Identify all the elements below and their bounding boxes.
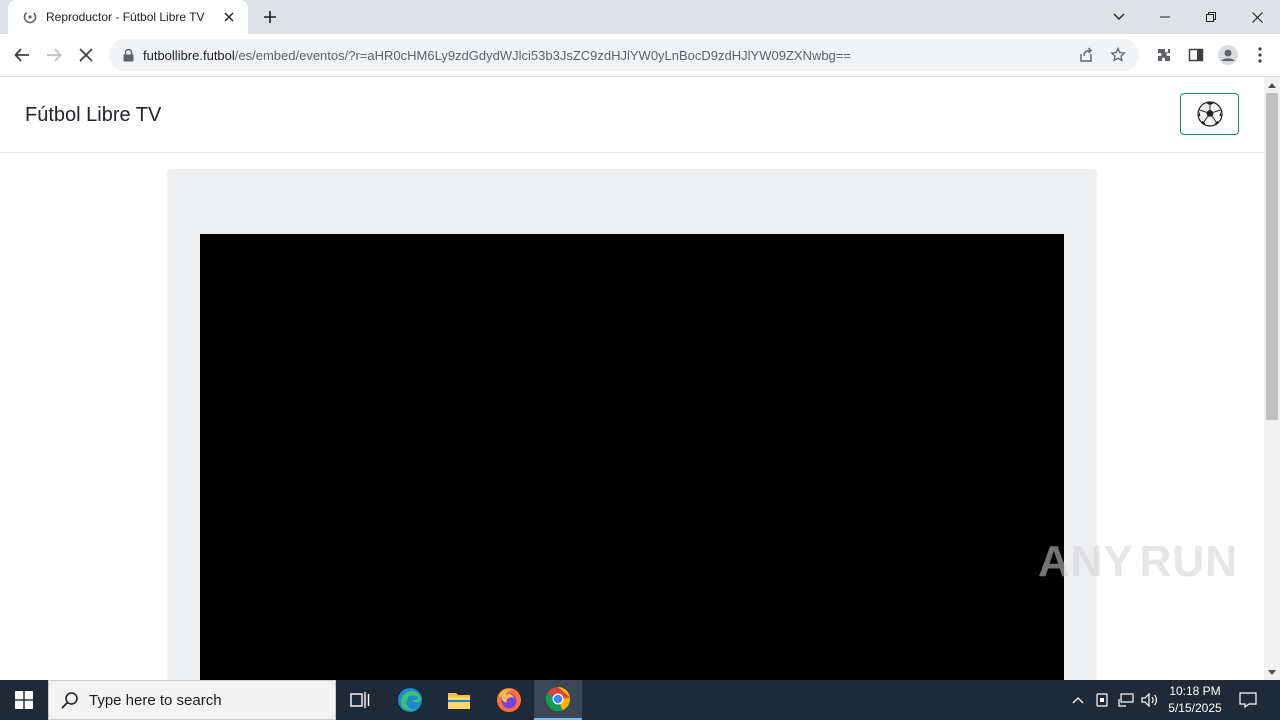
edge-taskbar-button[interactable]	[386, 680, 434, 720]
stop-loading-button[interactable]	[71, 40, 101, 70]
file-explorer-taskbar-button[interactable]	[435, 680, 483, 720]
scroll-down-arrow-icon[interactable]	[1264, 664, 1280, 680]
tab-strip: Reproductor - Fútbol Libre TV	[0, 0, 1280, 34]
search-placeholder: Type here to search	[89, 691, 222, 709]
address-bar[interactable]: futbollibre.futbol/es/embed/eventos/?r=a…	[109, 39, 1139, 71]
close-icon	[1251, 11, 1263, 23]
taskbar-clock[interactable]: 10:18 PM 5/15/2025	[1160, 683, 1230, 717]
scroll-thumb[interactable]	[1266, 93, 1278, 420]
arrow-left-icon	[14, 48, 29, 62]
task-view-icon	[350, 692, 370, 708]
arrow-right-icon	[47, 48, 62, 62]
player-container	[167, 169, 1097, 680]
back-button[interactable]	[7, 40, 37, 70]
search-icon	[61, 692, 78, 709]
chrome-taskbar-button[interactable]	[534, 680, 582, 720]
extensions-icon[interactable]	[1148, 40, 1180, 70]
notification-icon	[1239, 692, 1257, 708]
page-scrollbar[interactable]	[1264, 77, 1280, 680]
scroll-up-arrow-icon[interactable]	[1264, 77, 1280, 93]
plus-icon	[264, 11, 276, 23]
chrome-icon	[545, 687, 571, 712]
play-logo-icon	[1136, 561, 1138, 563]
edge-icon	[398, 688, 422, 712]
site-brand[interactable]: Fútbol Libre TV	[25, 104, 161, 127]
site-navbar: Fútbol Libre TV	[0, 77, 1264, 153]
notifications-button[interactable]	[1232, 680, 1264, 720]
watermark-left-text: ANY	[1038, 537, 1134, 586]
side-panel-icon[interactable]	[1180, 40, 1212, 70]
browser-tab[interactable]: Reproductor - Fútbol Libre TV	[8, 0, 248, 34]
volume-icon[interactable]	[1138, 680, 1162, 720]
tab-close-icon[interactable]	[220, 8, 238, 26]
menu-toggle-button[interactable]	[1180, 93, 1239, 135]
network-icon[interactable]	[1114, 680, 1138, 720]
windows-logo-icon	[15, 691, 33, 709]
url-text[interactable]: futbollibre.futbol/es/embed/eventos/?r=a…	[143, 48, 851, 63]
task-view-button[interactable]	[336, 680, 384, 720]
loading-icon	[22, 9, 38, 25]
clock-time: 10:18 PM	[1169, 684, 1221, 698]
tab-title: Reproductor - Fútbol Libre TV	[46, 10, 205, 24]
video-player[interactable]	[200, 234, 1064, 680]
profile-avatar-icon[interactable]	[1212, 40, 1244, 70]
bookmark-star-icon[interactable]	[1105, 42, 1131, 68]
firefox-taskbar-button[interactable]	[485, 680, 533, 720]
windows-taskbar: Type here to search 10:18 PM 5/15/2025	[0, 680, 1280, 720]
taskbar-search-box[interactable]: Type here to search	[48, 680, 336, 720]
tab-search-button[interactable]	[1104, 3, 1134, 31]
browser-toolbar: futbollibre.futbol/es/embed/eventos/?r=a…	[0, 34, 1280, 77]
lock-icon[interactable]	[121, 48, 135, 62]
folder-icon	[448, 693, 470, 709]
share-icon[interactable]	[1073, 42, 1099, 68]
close-window-button[interactable]	[1234, 0, 1280, 34]
device-icon[interactable]	[1090, 680, 1114, 720]
firefox-icon	[497, 688, 521, 712]
restore-button[interactable]	[1188, 0, 1234, 34]
start-button[interactable]	[0, 680, 48, 720]
anyrun-watermark: ANY RUN	[1038, 530, 1238, 594]
stop-icon	[79, 48, 93, 62]
system-tray	[1066, 680, 1162, 720]
restore-icon	[1206, 12, 1216, 22]
chevron-down-icon	[1113, 13, 1125, 20]
soccer-ball-icon	[1196, 101, 1223, 127]
chevron-up-icon[interactable]	[1066, 680, 1090, 720]
minimize-icon	[1160, 16, 1170, 18]
minimize-button[interactable]	[1142, 0, 1188, 34]
url-path: /es/embed/eventos/?r=aHR0cHM6Ly9zdGdydWJ…	[234, 47, 851, 63]
watermark-right-text: RUN	[1139, 537, 1238, 586]
url-host: futbollibre.futbol	[143, 47, 235, 63]
clock-date: 5/15/2025	[1168, 701, 1222, 715]
forward-button[interactable]	[39, 40, 69, 70]
kebab-menu-icon[interactable]	[1244, 40, 1276, 70]
new-tab-button[interactable]	[256, 3, 284, 31]
